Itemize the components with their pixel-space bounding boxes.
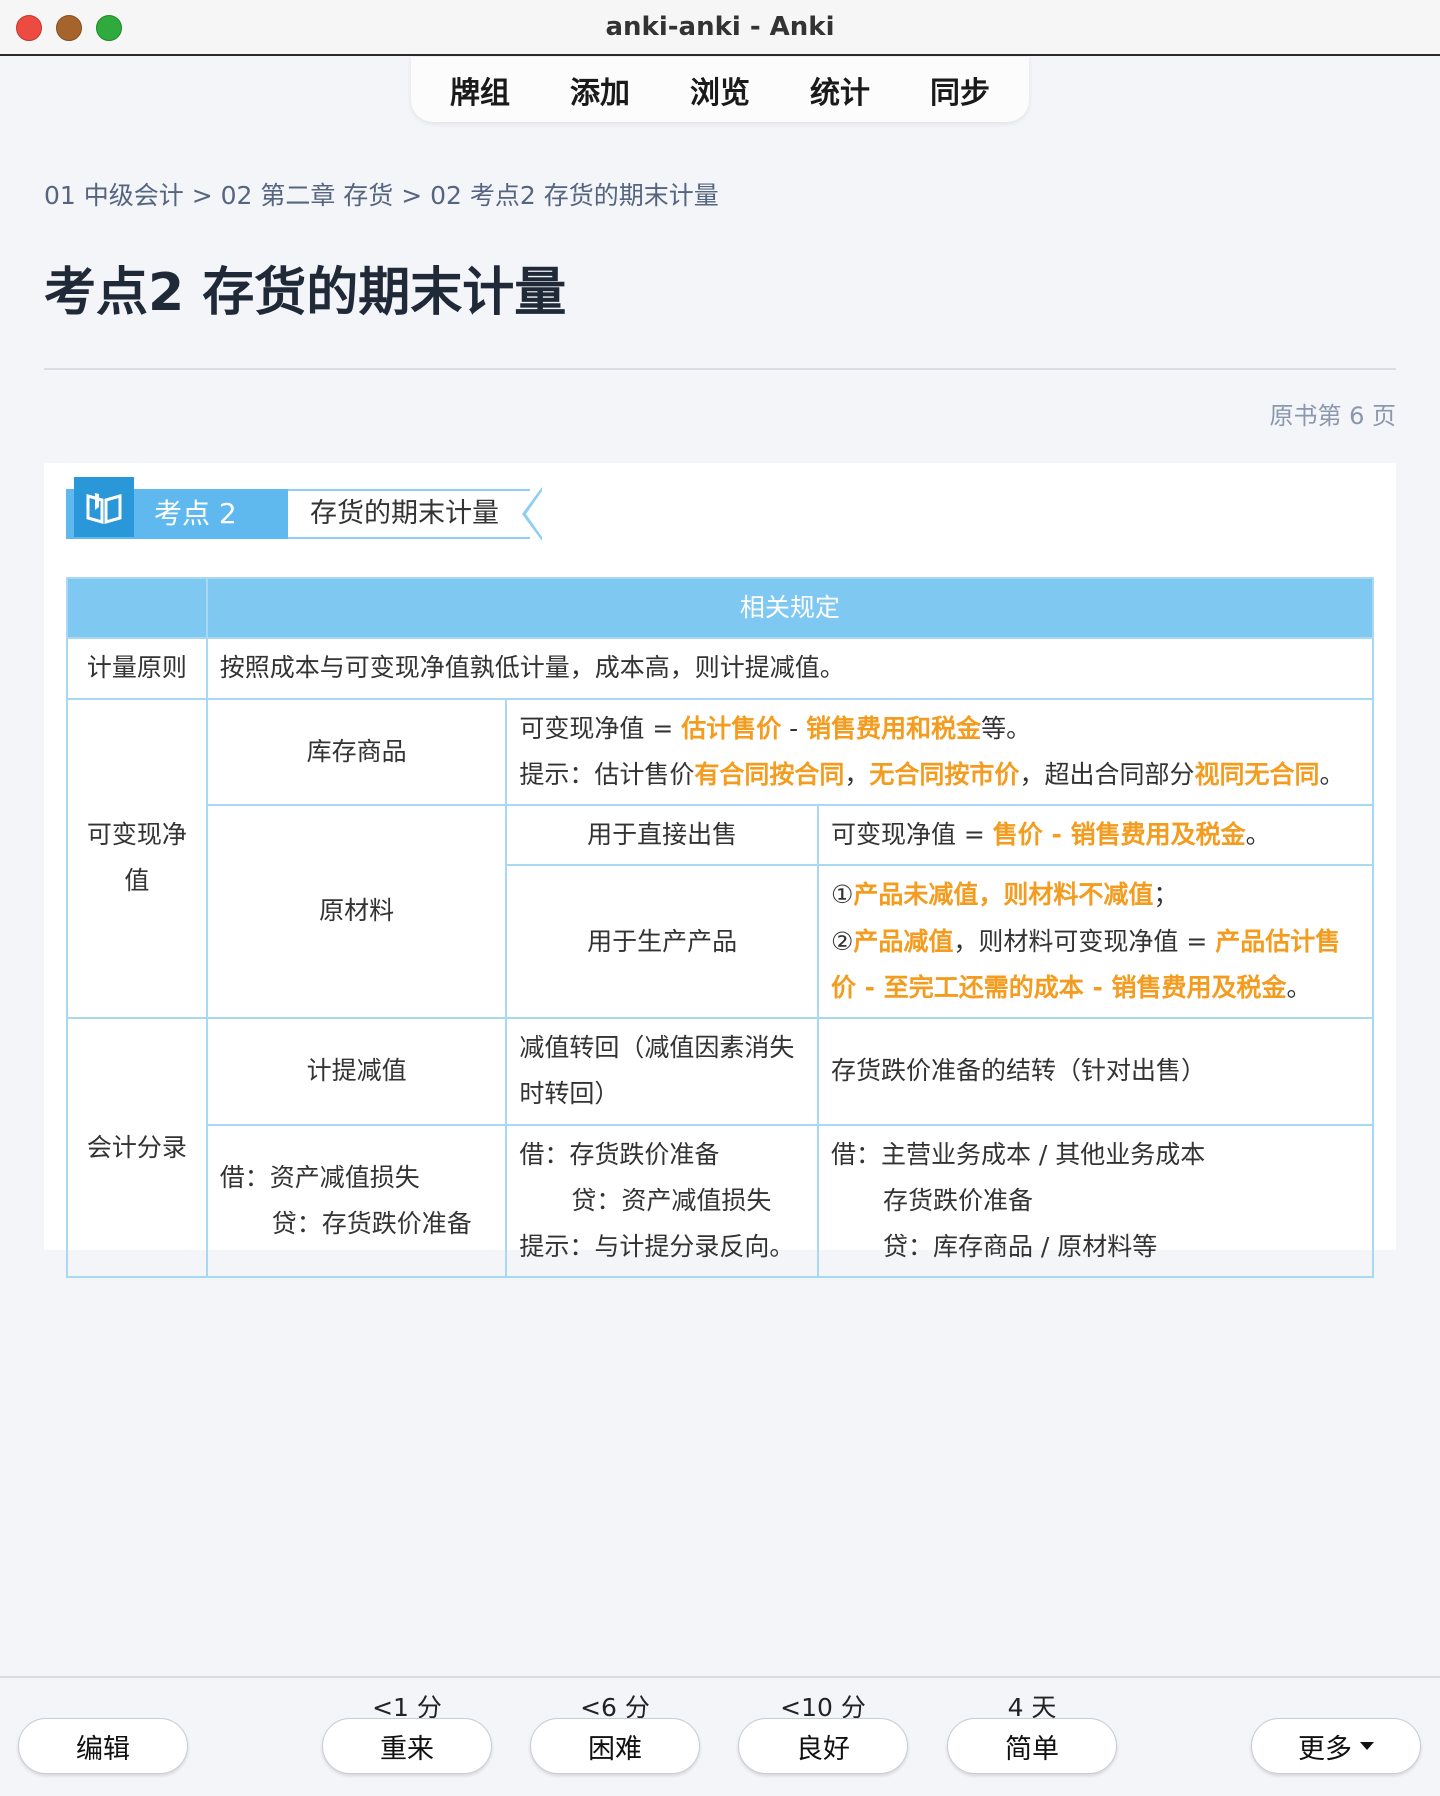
highlight-span: 估计售价 (681, 713, 782, 743)
text-span: 。 (1245, 820, 1271, 849)
nav-sync[interactable]: 同步 (900, 68, 1020, 112)
book-image: 考点 2 存货的期末计量 相关规定 计量原则 按照成本与可变现净值孰低计量，成本… (44, 463, 1396, 1279)
close-window-button[interactable] (16, 15, 42, 41)
highlight-span: 产品减值 (853, 926, 954, 956)
page-title: 考点2 存货的期末计量 (44, 263, 567, 323)
nav-add[interactable]: 添加 (540, 68, 660, 112)
text-span: 。 (1286, 972, 1312, 1002)
text-span: ， (844, 759, 870, 789)
easy-button[interactable]: 简单 (947, 1718, 1117, 1774)
more-label: 更多 (1298, 1733, 1352, 1765)
entry-line: 贷：资产减值损失 (571, 1185, 772, 1215)
nav-browse[interactable]: 浏览 (660, 68, 780, 112)
table-header-empty (66, 576, 208, 640)
good-button[interactable]: 良好 (738, 1718, 908, 1774)
again-button[interactable]: 重来 (322, 1718, 492, 1774)
window-controls (16, 15, 122, 41)
text-span: 等。 (981, 713, 1032, 743)
text-span: 提示：估计售价 (519, 759, 695, 789)
nav-decks[interactable]: 牌组 (420, 68, 540, 112)
transfer-label: 存货跌价准备的结转（针对出售） (816, 1017, 1375, 1126)
reversal-entry: 借：存货跌价准备 贷：资产减值损失 提示：与计提分录反向。 (505, 1123, 819, 1279)
text-span: ； (1153, 880, 1179, 910)
header-arrow-inner (526, 491, 542, 537)
entry-line: 借：资产减值损失 (219, 1162, 420, 1192)
window-title: anki-anki - Anki (605, 12, 835, 42)
highlight-span: 销售费用和税金 (806, 713, 982, 743)
minimize-window-button[interactable] (56, 15, 82, 41)
entry-line: 提示：与计提分录反向。 (519, 1232, 795, 1261)
row-label-principle: 计量原则 (66, 637, 208, 700)
text-span: 可变现净值 = (519, 713, 682, 743)
key-point-name: 存货的期末计量 (288, 489, 530, 539)
text-span: ，超出合同部分 (1019, 759, 1195, 789)
divider (44, 368, 1396, 370)
principle-text: 按照成本与可变现净值孰低计量，成本高，则计提减值。 (205, 637, 1375, 700)
provision-label: 计提减值 (205, 1017, 508, 1126)
rules-table: 相关规定 计量原则 按照成本与可变现净值孰低计量，成本高，则计提减值。 可变现净… (66, 576, 1375, 1279)
text-span: 。 (1319, 759, 1345, 789)
breadcrumb: 01 中级会计 > 02 第二章 存货 > 02 考点2 存货的期末计量 (44, 181, 719, 210)
book-icon (74, 477, 134, 537)
material-label: 原材料 (205, 804, 508, 1019)
row-label-nrv: 可变现净值 (66, 697, 208, 1019)
text-span: ① (830, 880, 854, 910)
goods-text: 可变现净值 = 估计售价 - 销售费用和税金等。 提示：估计售价有合同按合同，无… (505, 697, 1374, 806)
text-span: 可变现净值 = (830, 820, 993, 849)
text-span: - (781, 713, 807, 743)
entry-line: 存货跌价准备 (882, 1185, 1033, 1215)
production-label: 用于生产产品 (505, 864, 819, 1019)
chevron-down-icon (1360, 1742, 1374, 1750)
highlight-span: 有合同按合同 (694, 759, 845, 789)
direct-sale-text: 可变现净值 = 售价 - 销售费用及税金。 (816, 803, 1375, 867)
text-span: ② (830, 926, 854, 956)
entry-line: 借：存货跌价准备 (519, 1139, 720, 1169)
highlight-span: 售价 - 销售费用及税金 (992, 820, 1246, 849)
reversal-label: 减值转回（减值因素消失时转回） (505, 1017, 819, 1126)
highlight-span: 无合同按市价 (869, 759, 1020, 789)
entry-line: 贷：存货跌价准备 (271, 1208, 472, 1238)
goods-label: 库存商品 (205, 697, 508, 806)
text-span: ，则材料可变现净值 = (953, 926, 1216, 956)
key-point-header: 考点 2 存货的期末计量 (66, 477, 546, 541)
entry-line: 借：主营业务成本 / 其他业务成本 (830, 1139, 1206, 1169)
production-text: ①产品未减值，则材料不减值； ②产品减值，则材料可变现净值 = 产品估计售价 -… (816, 864, 1375, 1019)
transfer-entry: 借：主营业务成本 / 其他业务成本 存货跌价准备 贷：库存商品 / 原材料等 (816, 1123, 1375, 1279)
edit-button[interactable]: 编辑 (18, 1718, 188, 1774)
title-bar: anki-anki - Anki (0, 0, 1440, 56)
table-header: 相关规定 (205, 576, 1375, 640)
maximize-window-button[interactable] (96, 15, 122, 41)
nav-stats[interactable]: 统计 (780, 68, 900, 112)
row-label-entries: 会计分录 (66, 1016, 208, 1279)
entry-line: 贷：库存商品 / 原材料等 (882, 1232, 1158, 1261)
provision-entry: 借：资产减值损失 贷：存货跌价准备 (205, 1123, 508, 1279)
top-toolbar: 牌组 添加 浏览 统计 同步 (411, 57, 1029, 122)
answer-bar: 编辑 <1 分 重来 <6 分 困难 <10 分 良好 4 天 简单 更多 (0, 1676, 1440, 1796)
direct-sale-label: 用于直接出售 (505, 803, 819, 867)
page-reference: 原书第 6 页 (1269, 402, 1396, 430)
highlight-span: 视同无合同 (1194, 759, 1320, 789)
hard-button[interactable]: 困难 (530, 1718, 700, 1774)
highlight-span: 产品未减值，则材料不减值 (853, 880, 1154, 910)
more-button[interactable]: 更多 (1251, 1718, 1421, 1774)
